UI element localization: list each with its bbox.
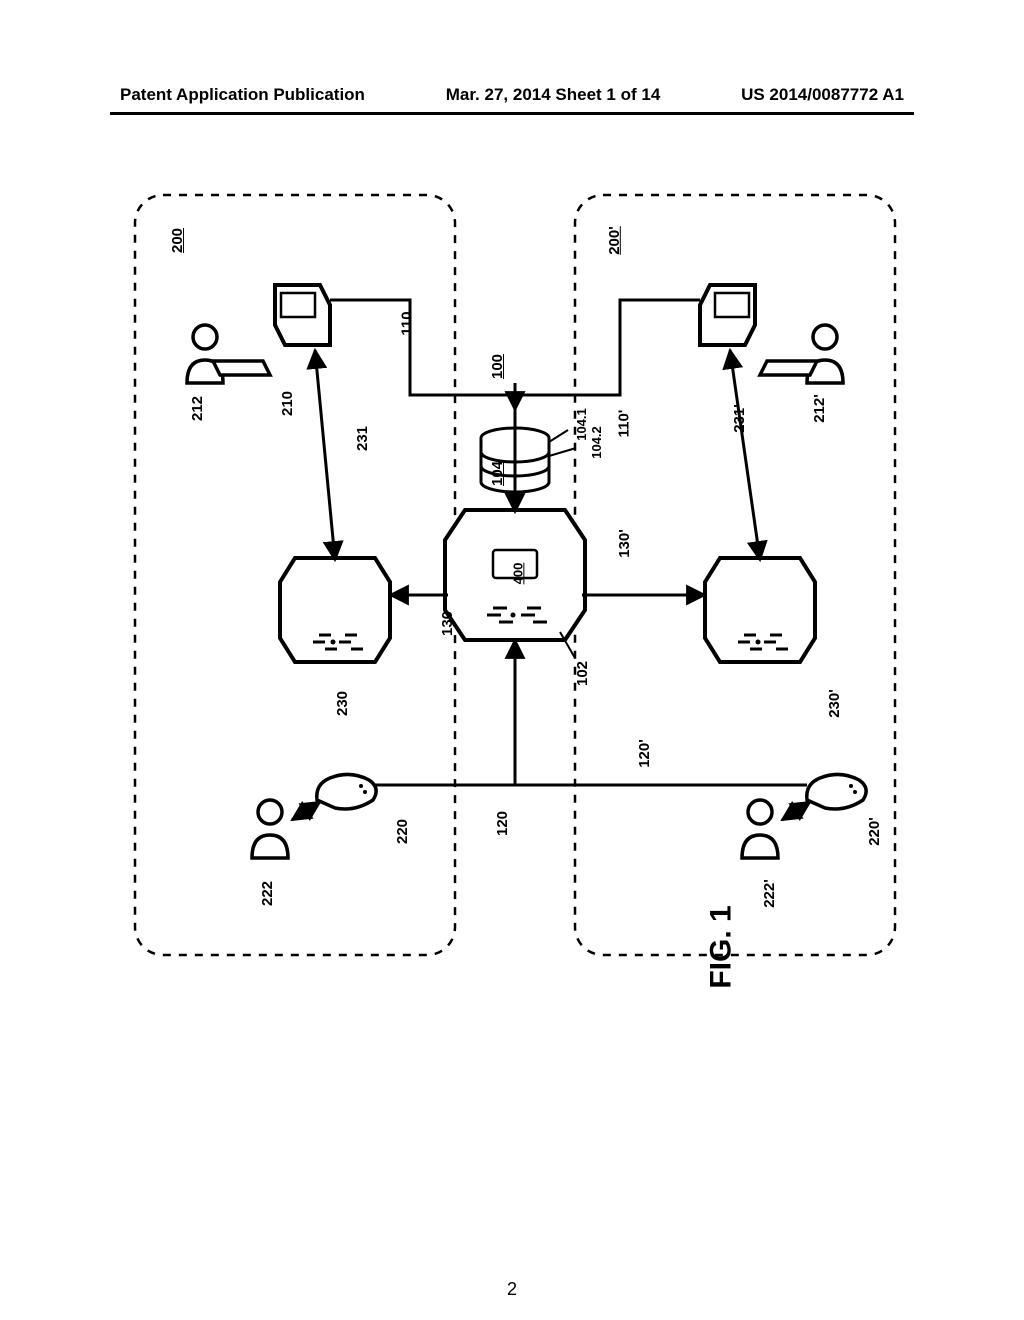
- ref-222p: 222': [761, 879, 778, 908]
- ref-102: 102: [574, 661, 591, 686]
- header-rule: [110, 112, 914, 115]
- header-left: Patent Application Publication: [120, 85, 365, 105]
- ref-220p: 220': [866, 817, 883, 846]
- ref-231p: 231': [731, 404, 748, 433]
- ref-104-1: 104.1: [574, 408, 589, 441]
- header-right: US 2014/0087772 A1: [741, 85, 904, 105]
- page-number: 2: [0, 1279, 1024, 1300]
- ref-400: 400: [510, 563, 525, 585]
- ref-222: 222: [259, 881, 276, 906]
- ref-230p: 230': [826, 689, 843, 718]
- ref-220: 220: [394, 819, 411, 844]
- ref-200p: 200': [606, 226, 623, 255]
- ref-130: 130: [439, 611, 456, 636]
- ref-120p: 120': [636, 739, 653, 768]
- ref-212p: 212': [811, 394, 828, 423]
- ref-100: 100: [489, 354, 506, 379]
- ref-120: 120: [494, 811, 511, 836]
- header-center: Mar. 27, 2014 Sheet 1 of 14: [446, 85, 661, 105]
- ref-130p: 130': [616, 529, 633, 558]
- figure-label: FIG. 1: [705, 905, 739, 988]
- ref-210: 210: [279, 391, 296, 416]
- ref-230: 230: [334, 691, 351, 716]
- ref-231: 231: [354, 426, 371, 451]
- ref-200: 200: [169, 228, 186, 253]
- ref-110: 110: [399, 311, 416, 335]
- figure-1-diagram: [120, 180, 910, 1020]
- ref-212: 212: [189, 396, 206, 421]
- ref-104: 104: [489, 461, 506, 486]
- ref-110p: 110': [615, 410, 632, 438]
- ref-104-2: 104.2: [589, 426, 604, 459]
